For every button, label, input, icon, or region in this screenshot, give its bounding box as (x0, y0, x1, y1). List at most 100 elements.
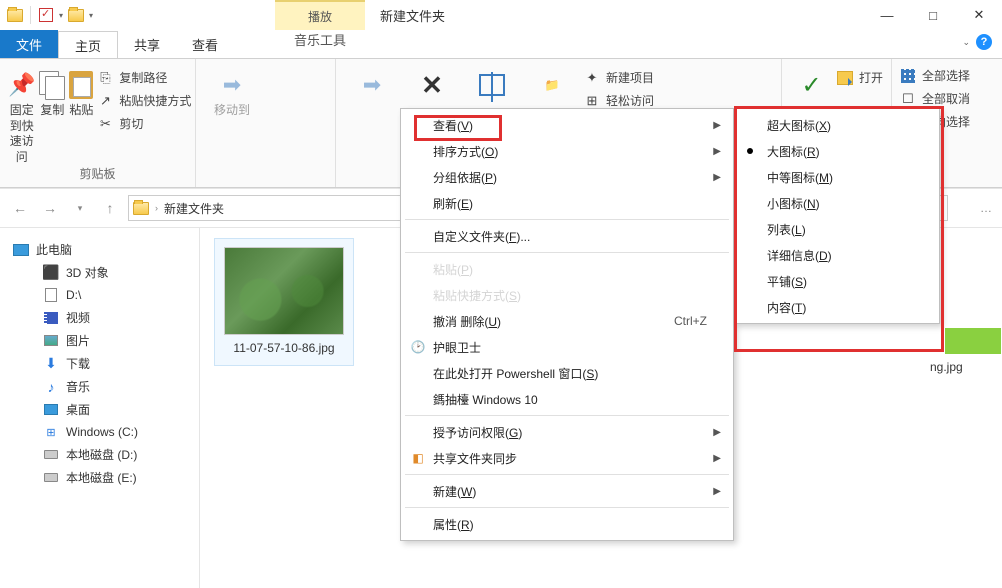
open-button[interactable]: 打开 (837, 69, 883, 86)
tree-item[interactable]: 本地磁盘 (E:) (0, 466, 199, 489)
copy-to-icon: ➡ (363, 72, 381, 98)
help-icon[interactable]: ? (976, 34, 992, 50)
tree-icon (42, 287, 60, 303)
tree-icon: ⊞ (42, 424, 60, 440)
folder-icon[interactable] (67, 4, 85, 26)
deselect-button[interactable]: ☐全部取消 (900, 90, 970, 107)
new-folder-icon: 📁 (545, 78, 560, 92)
context-menu: 查看(V)▶ 排序方式(O)▶ 分组依据(P)▶ 刷新(E) 自定义文件夹(F)… (400, 108, 734, 541)
copy-path-button[interactable]: ⎘复制路径 (97, 69, 191, 86)
menu-share-sync[interactable]: ◧共享文件夹同步▶ (403, 445, 731, 471)
easy-access-button[interactable]: ⊞轻松访问 (584, 92, 654, 109)
menu-eye-guard[interactable]: 🕑护眼卫士 (403, 334, 731, 360)
menu-customize[interactable]: 自定义文件夹(F)... (403, 223, 731, 249)
recent-dropdown[interactable]: ▾ (68, 196, 92, 220)
copy-button[interactable]: 复制 (39, 65, 65, 165)
tree-item[interactable]: ⬇下载 (0, 352, 199, 375)
tree-item[interactable]: ⊞Windows (C:) (0, 421, 199, 443)
submenu-large-icons[interactable]: 大图标(R) (737, 138, 937, 164)
ribbon-tabstrip: 文件 主页 共享 查看 音乐工具 ⌄ ? (0, 30, 1002, 58)
properties-icon[interactable] (37, 4, 55, 26)
qat-dropdown-icon[interactable]: ▾ (57, 4, 65, 26)
qat-customize-icon[interactable]: ▾ (87, 4, 95, 26)
tree-item[interactable]: 桌面 (0, 398, 199, 421)
menu-grant-access[interactable]: 授予访问权限(G)▶ (403, 419, 731, 445)
folder-icon[interactable] (6, 4, 24, 26)
file-thumbnail (224, 247, 344, 335)
context-tab-play: 播放 (275, 0, 365, 30)
tab-share[interactable]: 共享 (118, 30, 176, 58)
paste-icon (69, 71, 93, 99)
menu-undo-delete[interactable]: 撤消 删除(U)Ctrl+Z (403, 308, 731, 334)
breadcrumb-folder[interactable]: 新建文件夹 (164, 200, 224, 217)
chevron-right-icon: ▶ (713, 120, 721, 131)
tree-icon (42, 470, 60, 486)
file-name-label: 11-07-57-10-86.jpg (233, 341, 334, 357)
ribbon-collapse-icon[interactable]: ⌄ (962, 37, 970, 48)
cut-button[interactable]: ✂剪切 (97, 115, 191, 132)
select-all-icon (900, 68, 916, 84)
menu-refresh[interactable]: 刷新(E) (403, 190, 731, 216)
group-label-clipboard: 剪贴板 (8, 165, 187, 186)
close-button[interactable]: ✕ (956, 0, 1002, 30)
tree-item[interactable]: 图片 (0, 329, 199, 352)
menu-paste-shortcut: 粘贴快捷方式(S) (403, 282, 731, 308)
search-truncated: … (980, 201, 992, 215)
tab-music-tools[interactable]: 音乐工具 (275, 30, 365, 49)
menu-new[interactable]: 新建(W)▶ (403, 478, 731, 504)
submenu-details[interactable]: 详细信息(D) (737, 242, 937, 268)
move-to-button[interactable]: ➡ 移动到 (204, 65, 260, 181)
chevron-right-icon: ▶ (713, 146, 721, 157)
back-button[interactable]: ← (8, 196, 32, 220)
forward-button[interactable]: → (38, 196, 62, 220)
menu-win10-pin[interactable]: 鎷抽檯 Windows 10 (403, 386, 731, 412)
tree-item[interactable]: ♪音乐 (0, 375, 199, 398)
submenu-xl-icons[interactable]: 超大图标(X) (737, 112, 937, 138)
menu-paste: 粘贴(P) (403, 256, 731, 282)
ribbon-group-clipboard: 📌 固定到快速访问 复制 粘贴 ⎘复制路径 ↗粘贴快捷方式 ✂剪切 剪贴板 (0, 59, 196, 187)
submenu-medium-icons[interactable]: 中等图标(M) (737, 164, 937, 190)
check-icon: ✓ (801, 71, 821, 100)
pin-quick-access-button[interactable]: 📌 固定到快速访问 (8, 65, 35, 165)
paste-button[interactable]: 粘贴 (69, 65, 93, 165)
delete-icon: ✕ (421, 70, 443, 101)
tree-item[interactable]: 本地磁盘 (D:) (0, 443, 199, 466)
menu-view[interactable]: 查看(V)▶ (403, 112, 731, 138)
submenu-tiles[interactable]: 平铺(S) (737, 268, 937, 294)
tree-icon (42, 447, 60, 463)
new-item-button[interactable]: ✦新建项目 (584, 69, 654, 86)
submenu-content[interactable]: 内容(T) (737, 294, 937, 320)
tree-item[interactable]: ⬛3D 对象 (0, 261, 199, 284)
tab-file[interactable]: 文件 (0, 30, 58, 58)
menu-powershell[interactable]: 在此处打开 Powershell 窗口(S) (403, 360, 731, 386)
new-item-icon: ✦ (584, 70, 600, 86)
titlebar: ▾ ▾ 播放 新建文件夹 — □ ✕ (0, 0, 1002, 30)
pc-icon (12, 242, 30, 258)
tab-home[interactable]: 主页 (58, 31, 118, 59)
menu-group[interactable]: 分组依据(P)▶ (403, 164, 731, 190)
menu-sort[interactable]: 排序方式(O)▶ (403, 138, 731, 164)
select-all-button[interactable]: 全部选择 (900, 67, 970, 84)
copy-icon (39, 71, 65, 99)
submenu-small-icons[interactable]: 小图标(N) (737, 190, 937, 216)
minimize-button[interactable]: — (864, 0, 910, 30)
tree-item[interactable]: D:\ (0, 284, 199, 306)
file-item-selected[interactable]: 11-07-57-10-86.jpg (214, 238, 354, 366)
tree-icon (42, 333, 60, 349)
up-button[interactable]: ↑ (98, 196, 122, 220)
tree-icon (42, 310, 60, 326)
tree-item[interactable]: 视频 (0, 306, 199, 329)
folder-icon (133, 202, 149, 215)
tree-this-pc[interactable]: 此电脑 (0, 238, 199, 261)
copy-to-button[interactable]: ➡ (344, 65, 400, 181)
menu-properties[interactable]: 属性(R) (403, 511, 731, 537)
maximize-button[interactable]: □ (910, 0, 956, 30)
window-controls: — □ ✕ (864, 0, 1002, 30)
submenu-list[interactable]: 列表(L) (737, 216, 937, 242)
easy-access-icon: ⊞ (584, 93, 600, 109)
deselect-icon: ☐ (900, 91, 916, 107)
quick-access-toolbar: ▾ ▾ (0, 4, 95, 26)
paste-shortcut-button[interactable]: ↗粘贴快捷方式 (97, 92, 191, 109)
tab-view[interactable]: 查看 (176, 30, 234, 58)
file-thumbnail-partial (945, 328, 1001, 354)
